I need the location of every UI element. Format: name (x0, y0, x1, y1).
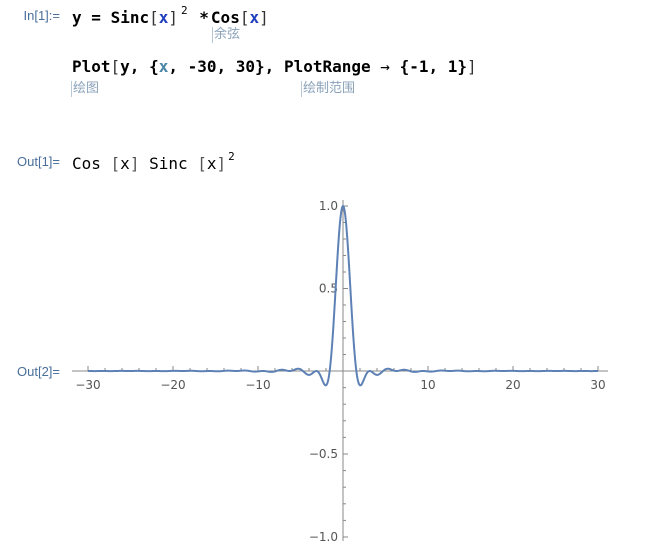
y-tick-label: −1.0 (309, 530, 338, 544)
x-tick-label: 10 (420, 378, 435, 392)
x-tick-label: −20 (160, 378, 185, 392)
y-tick-label: −0.5 (309, 447, 338, 461)
plot-graphic[interactable]: −30 −20 −10 10 20 301.00.5−0.5−1.0 (0, 0, 666, 546)
x-tick-label: −30 (75, 378, 100, 392)
y-tick-label: 1.0 (319, 199, 338, 213)
x-tick-label: −10 (245, 378, 270, 392)
x-tick-label: 20 (505, 378, 520, 392)
x-tick-label: 30 (590, 378, 605, 392)
